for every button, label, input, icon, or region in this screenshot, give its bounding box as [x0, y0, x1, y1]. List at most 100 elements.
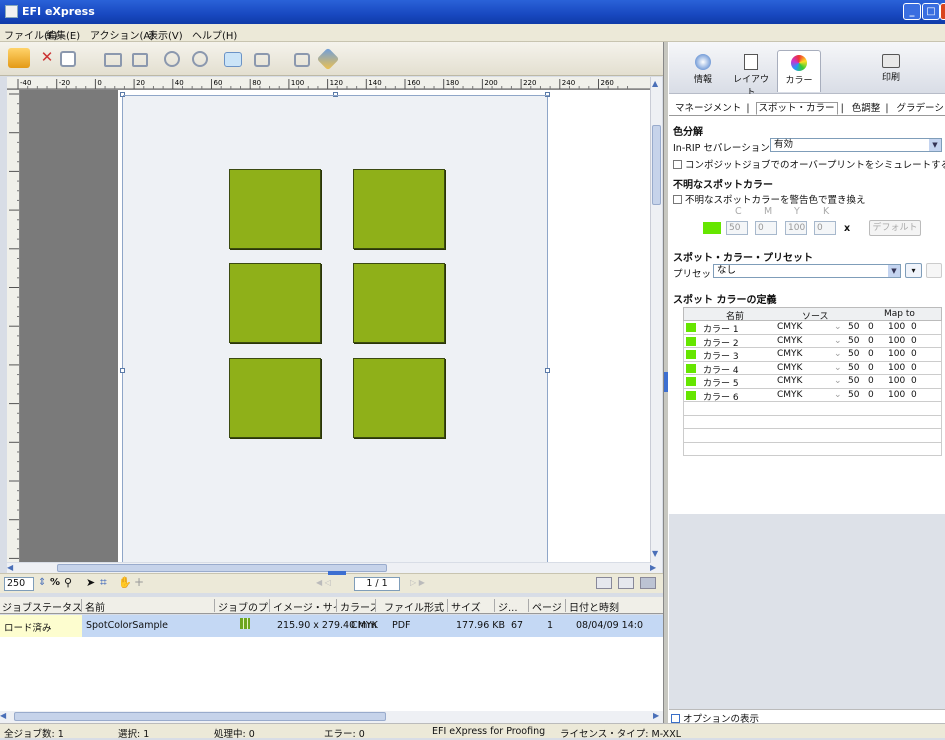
preview-canvas[interactable]	[20, 90, 650, 562]
col-size[interactable]: サイズ	[449, 599, 495, 612]
col-spot-mapto[interactable]: Map to	[884, 309, 915, 319]
crop-tool-icon[interactable]: ⌗	[100, 575, 107, 590]
checkbox[interactable]	[671, 714, 680, 723]
checkbox[interactable]	[673, 195, 682, 204]
inrip-select[interactable]: 有効 ▼	[770, 138, 942, 152]
process-icon[interactable]	[192, 51, 208, 67]
scroll-right-icon[interactable]: ▶	[653, 711, 659, 720]
default-button[interactable]: デフォルト	[869, 220, 921, 236]
col-job[interactable]: ジ...	[496, 599, 529, 612]
spot-swatch[interactable]	[686, 350, 696, 359]
spot-swatch[interactable]	[686, 363, 696, 373]
print-icon[interactable]	[104, 53, 122, 67]
yellow-input[interactable]: 100	[785, 221, 807, 235]
job-row[interactable]: ロード済み SpotColorSample 215.90 x 279.40 mm…	[0, 615, 665, 637]
col-job-preview[interactable]: ジョブのプレ...	[216, 599, 270, 612]
tab-print[interactable]: 印刷	[869, 50, 913, 92]
resize-handle[interactable]	[545, 368, 550, 373]
spot-table-row[interactable]: カラー 1 CMYK 50 0 100 0 ⌄	[683, 321, 942, 335]
layout-icon[interactable]	[224, 52, 242, 67]
replace-checkbox[interactable]: 不明なスポットカラーを警告色で置き換え	[673, 192, 866, 206]
chevron-down-icon[interactable]: ⌄	[834, 390, 842, 400]
job-list-scrollbar[interactable]: ◀ ▶	[0, 711, 665, 723]
crosshair-icon[interactable]: +	[134, 575, 144, 589]
menu-edit[interactable]: 編集(E)	[46, 27, 80, 42]
spot-swatch[interactable]	[686, 390, 696, 400]
actual-size-icon[interactable]	[640, 577, 656, 589]
job-list-scroll-thumb[interactable]	[14, 712, 386, 721]
spot-swatch[interactable]	[686, 377, 696, 386]
col-job-status[interactable]: ジョブステータス	[0, 599, 82, 612]
scroll-down-icon[interactable]: ▼	[652, 549, 661, 558]
spot-table-row[interactable]: カラー 2 CMYK 50 0 100 0 ⌄	[683, 334, 942, 349]
chevron-down-icon[interactable]: ⌄	[834, 336, 842, 346]
subtab-spot-color[interactable]: スポット・カラー	[755, 102, 838, 115]
edit-icon[interactable]	[294, 53, 310, 67]
open-icon[interactable]	[8, 48, 30, 68]
checkbox[interactable]	[673, 160, 682, 169]
minimize-button[interactable]: _	[903, 3, 921, 20]
spot-table-row[interactable]: カラー 3 CMYK 50 0 100 0 ⌄	[683, 348, 942, 362]
warning-color-swatch[interactable]	[703, 222, 721, 234]
preset-menu-button[interactable]: ▾	[905, 263, 922, 278]
zoom-tool-icon[interactable]: ⚲	[64, 576, 72, 589]
menu-view[interactable]: 表示(V)	[148, 27, 183, 42]
fit-width-icon[interactable]	[618, 577, 634, 589]
prev-page-icon[interactable]: ◀ ◁	[316, 578, 331, 587]
spot-table-row[interactable]: カラー 5 CMYK 50 0 100 0 ⌄	[683, 375, 942, 389]
job-thumbnail-icon[interactable]	[240, 618, 250, 629]
scroll-right-icon[interactable]: ▶	[650, 563, 656, 572]
overprint-checkbox[interactable]: コンポジットジョブでのオーバープリントをシミュレートする	[673, 157, 945, 171]
scroll-left-icon[interactable]: ◀	[0, 711, 6, 720]
next-page-icon[interactable]: ▷ ▶	[410, 578, 425, 587]
tab-layout[interactable]: レイアウト	[729, 50, 773, 98]
select-tool-icon[interactable]: ➤	[86, 576, 95, 589]
subtab-gradation[interactable]: グラデーション	[895, 103, 945, 114]
col-file-format[interactable]: ファイル形式	[382, 599, 448, 612]
zoom-input[interactable]: 250	[4, 577, 34, 591]
tab-color[interactable]: カラー	[777, 50, 821, 92]
imposition-icon[interactable]	[254, 53, 270, 67]
preset-select[interactable]: なし ▼	[713, 264, 901, 278]
col-datetime[interactable]: 日付と時刻	[567, 599, 665, 612]
scroll-up-icon[interactable]: ▲	[652, 79, 661, 88]
canvas-vertical-scrollbar[interactable]: ▲ ▼	[650, 77, 662, 564]
chevron-down-icon[interactable]: ⌄	[834, 376, 842, 386]
chevron-down-icon[interactable]: ⌄	[834, 322, 842, 332]
col-name[interactable]: 名前	[83, 599, 215, 612]
resize-handle[interactable]	[120, 368, 125, 373]
tab-info[interactable]: 情報	[681, 50, 725, 92]
maximize-button[interactable]: □	[922, 3, 940, 20]
chevron-down-icon[interactable]: ⌄	[834, 349, 842, 359]
tiff-icon[interactable]	[164, 51, 180, 67]
fit-page-icon[interactable]	[596, 577, 612, 589]
preview-icon[interactable]	[132, 53, 148, 67]
zoom-spinner-icon[interactable]: ⇕	[38, 577, 46, 588]
chevron-down-icon[interactable]: ⌄	[834, 363, 842, 373]
spot-swatch[interactable]	[686, 323, 696, 332]
subtab-color-adjust[interactable]: 色調整	[850, 103, 883, 114]
menu-help[interactable]: ヘルプ(H)	[192, 27, 237, 42]
col-color-space[interactable]: カラース...	[338, 599, 376, 612]
col-image-size[interactable]: イメージ・サイズ	[271, 599, 337, 612]
splitter-grip[interactable]	[328, 571, 346, 575]
col-pages[interactable]: ページ	[530, 599, 566, 612]
save-icon[interactable]	[60, 51, 76, 67]
scroll-left-icon[interactable]: ◀	[7, 563, 13, 572]
black-input[interactable]: 0	[814, 221, 836, 235]
magenta-input[interactable]: 0	[755, 221, 777, 235]
job-list-empty-area[interactable]	[0, 637, 665, 711]
spot-table-row[interactable]: カラー 4 CMYK 50 0 100 0 ⌄	[683, 361, 942, 376]
color-tool-icon[interactable]	[316, 47, 340, 71]
cyan-input[interactable]: 50	[726, 221, 748, 235]
delete-icon[interactable]: ✕	[36, 48, 58, 68]
splitter-grip[interactable]	[664, 372, 668, 392]
menu-action[interactable]: アクション(A)	[90, 27, 154, 42]
scroll-thumb[interactable]	[652, 125, 661, 205]
spot-swatch[interactable]	[686, 336, 696, 346]
close-button[interactable]	[940, 3, 945, 20]
spot-table-row[interactable]: カラー 6 CMYK 50 0 100 0 ⌄	[683, 388, 942, 403]
subtab-management[interactable]: マネージメント	[673, 103, 743, 114]
page-indicator[interactable]: 1 / 1	[354, 577, 400, 591]
hand-tool-icon[interactable]: ✋	[118, 576, 132, 589]
